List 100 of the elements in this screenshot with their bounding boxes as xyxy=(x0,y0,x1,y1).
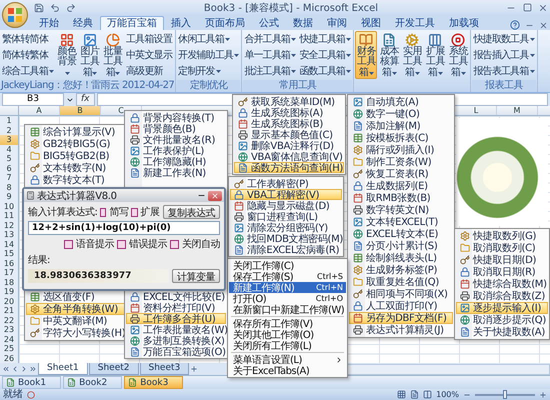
menu-item[interactable]: 背景内容转换(T) xyxy=(126,112,226,123)
menu-item[interactable]: 取消综合取数(Z) xyxy=(456,290,548,302)
menu-item[interactable]: 窗口进程查询(L) xyxy=(230,211,342,222)
page-break-icon[interactable] xyxy=(423,390,432,399)
menu-item[interactable]: 工作簿隐藏(H) xyxy=(126,156,226,167)
menu-item[interactable]: 文本转EXCEL(T) xyxy=(349,216,453,228)
menu-item[interactable]: 工作表解密(P) xyxy=(230,178,342,189)
ribbon-large-button[interactable]: 系统工具箱 xyxy=(447,30,470,79)
menu-item[interactable]: 逐步提示输入(I) xyxy=(456,302,548,314)
row-header[interactable]: 9 xyxy=(0,192,18,202)
row-header[interactable]: 15 xyxy=(0,249,18,258)
menu-item[interactable]: 获取系统菜单ID(M) xyxy=(234,96,344,107)
menu-item[interactable]: 在新窗口中新建工作簿(W) xyxy=(229,304,346,315)
row-header[interactable]: 14 xyxy=(0,240,18,249)
menu-item[interactable]: 工作表批量改名(W) xyxy=(126,324,226,335)
ribbon-large-button[interactable]: 实用工具箱 xyxy=(401,30,424,79)
ribbon-large-button[interactable]: 扩展工具箱 xyxy=(424,30,446,79)
menu-item[interactable]: 分页小计累计(S) xyxy=(349,240,453,252)
zoom-in-icon[interactable] xyxy=(539,390,547,398)
sheet-tab[interactable]: Sheet1 xyxy=(38,363,88,375)
ribbon-tab[interactable]: 审阅 xyxy=(320,16,354,30)
menu-item[interactable]: 背景颜色(B) xyxy=(126,123,226,134)
menu-item[interactable]: 快捷取数列(G) xyxy=(456,230,548,242)
menu-item[interactable]: 生成财务标签(P) xyxy=(349,264,453,276)
ribbon-button[interactable]: 报告插入工具 xyxy=(472,48,536,63)
ribbon-tab[interactable]: 页面布局 xyxy=(198,16,252,30)
menu-item[interactable]: 添加注解(M) xyxy=(349,120,453,132)
menu-item[interactable]: 关闭工作簿(C) xyxy=(229,260,346,271)
row-header[interactable]: 10 xyxy=(0,202,18,211)
menu-item[interactable]: 菜单语言设置(L) xyxy=(229,354,346,365)
menu-item[interactable]: 保存工作簿(S) Ctrl+S xyxy=(229,271,346,282)
ribbon-button[interactable]: 开发辅助工具 xyxy=(177,48,240,63)
row-header[interactable]: 26 xyxy=(0,354,18,363)
menu-item[interactable]: 数字一键(O) xyxy=(349,108,453,120)
menu-item[interactable]: 打开(O) Ctrl+O xyxy=(229,293,346,304)
menu-item[interactable]: VBA窗体信息查询(V) xyxy=(234,151,344,162)
checkbox[interactable] xyxy=(100,208,106,216)
menu-item[interactable]: 找回MDB文档密码(M) xyxy=(230,233,342,244)
ribbon-button[interactable]: 综合工具箱 xyxy=(1,64,56,79)
row-header[interactable]: 24 xyxy=(0,334,18,344)
workbook-tab[interactable]: Book2 xyxy=(63,376,122,389)
row-header[interactable]: 6 xyxy=(0,164,18,173)
ribbon-button[interactable]: 函数工具箱 xyxy=(298,64,352,79)
menu-item[interactable]: 新建工作簿(N) Ctrl+N xyxy=(229,282,346,293)
menu-item[interactable]: 资料分栏打印(V) xyxy=(126,302,226,313)
workbook-tab[interactable]: Book3 xyxy=(124,376,184,389)
menu-item[interactable]: 另存为DBF文档(F) xyxy=(349,312,453,324)
menu-item[interactable]: 万能百宝箱选项(O) xyxy=(126,346,226,357)
ribbon-button[interactable]: 快捷工具箱 xyxy=(298,32,352,47)
row-header[interactable]: 5 xyxy=(0,154,18,164)
ribbon-large-button[interactable]: 批量工具箱 xyxy=(102,30,124,79)
row-header[interactable]: 22 xyxy=(0,316,18,325)
menu-item[interactable]: 综合计算显示(V) xyxy=(26,126,126,138)
menu-item[interactable]: 按模板拆表(C) xyxy=(349,132,453,144)
menu-item[interactable]: 自动填充(A) xyxy=(349,96,453,108)
ribbon-large-button[interactable]: 图片工具箱 xyxy=(79,30,102,79)
ribbon-tab[interactable]: 数据 xyxy=(286,16,320,30)
row-header[interactable]: 2 xyxy=(0,126,18,135)
column-header[interactable]: L xyxy=(456,106,497,115)
menu-item[interactable]: 清除宏分组密码(Y) xyxy=(230,222,342,233)
menu-item[interactable]: 快捷取日期(D) xyxy=(456,254,548,266)
row-header[interactable]: 4 xyxy=(0,144,18,154)
menu-item[interactable]: 恢复工资表(R) xyxy=(349,168,453,180)
ribbon-button[interactable]: 工具箱设置 xyxy=(125,32,174,47)
ribbon-button[interactable]: 单一工具箱 xyxy=(243,48,298,63)
menu-item[interactable]: 人工双面打印(Y) xyxy=(349,300,453,312)
ribbon-button[interactable]: 繁体转简体 xyxy=(1,32,56,47)
menu-item[interactable]: 取消取数列(C) xyxy=(456,242,548,254)
column-header[interactable]: M xyxy=(497,106,538,115)
menu-item[interactable]: 选区值变(F) xyxy=(26,291,126,303)
column-header[interactable]: B xyxy=(60,106,101,115)
ribbon-tab[interactable]: 插入 xyxy=(164,16,198,30)
menu-item[interactable]: 快捷综合取数(M) xyxy=(456,278,548,290)
row-header[interactable]: 21 xyxy=(0,306,18,316)
menu-item[interactable]: 生成系统图标(A) xyxy=(234,107,344,118)
row-header[interactable]: 12 xyxy=(0,220,18,230)
function-button[interactable]: fx xyxy=(76,93,94,106)
menu-item[interactable]: EXCEL转文本(E) xyxy=(349,228,453,240)
ribbon-button[interactable]: 报告表工具箱 xyxy=(472,64,536,79)
menu-item[interactable]: 工作簿多合并(U) xyxy=(126,313,226,324)
menu-item[interactable]: 全角半角转换(W) xyxy=(26,303,126,315)
slider-thumb[interactable] xyxy=(503,390,507,398)
ribbon-tab[interactable]: 万能百宝箱 xyxy=(100,16,164,30)
row-header[interactable]: 16 xyxy=(0,258,18,268)
menu-item[interactable]: 工作表保护(L) xyxy=(126,145,226,156)
menu-item[interactable]: 清除EXCEL宏病毒(R) xyxy=(230,244,342,255)
menu-item[interactable]: 多进制互换转换(X) xyxy=(126,335,226,346)
normal-view-icon[interactable] xyxy=(397,390,406,399)
row-header[interactable]: 18 xyxy=(0,278,18,287)
menu-item[interactable]: BIG5转GB2(B) xyxy=(26,150,126,162)
menu-item[interactable]: 取RMB张数(B) xyxy=(349,192,453,204)
checkbox[interactable] xyxy=(131,208,138,216)
last-sheet-icon[interactable] xyxy=(29,365,37,373)
row-header[interactable]: 7 xyxy=(0,173,18,182)
ribbon-button[interactable]: 简体转繁体 xyxy=(1,48,56,63)
menu-item[interactable]: 取重复姓名值(Q) xyxy=(349,276,453,288)
menu-item[interactable]: 关闭所有工作簿(L) xyxy=(229,340,346,351)
ribbon-button[interactable]: 合并工具箱 xyxy=(243,32,298,47)
menu-item[interactable]: 删除VBA注释行(D) xyxy=(234,140,344,151)
menu-item[interactable]: 生成系统图标(B) xyxy=(234,118,344,129)
